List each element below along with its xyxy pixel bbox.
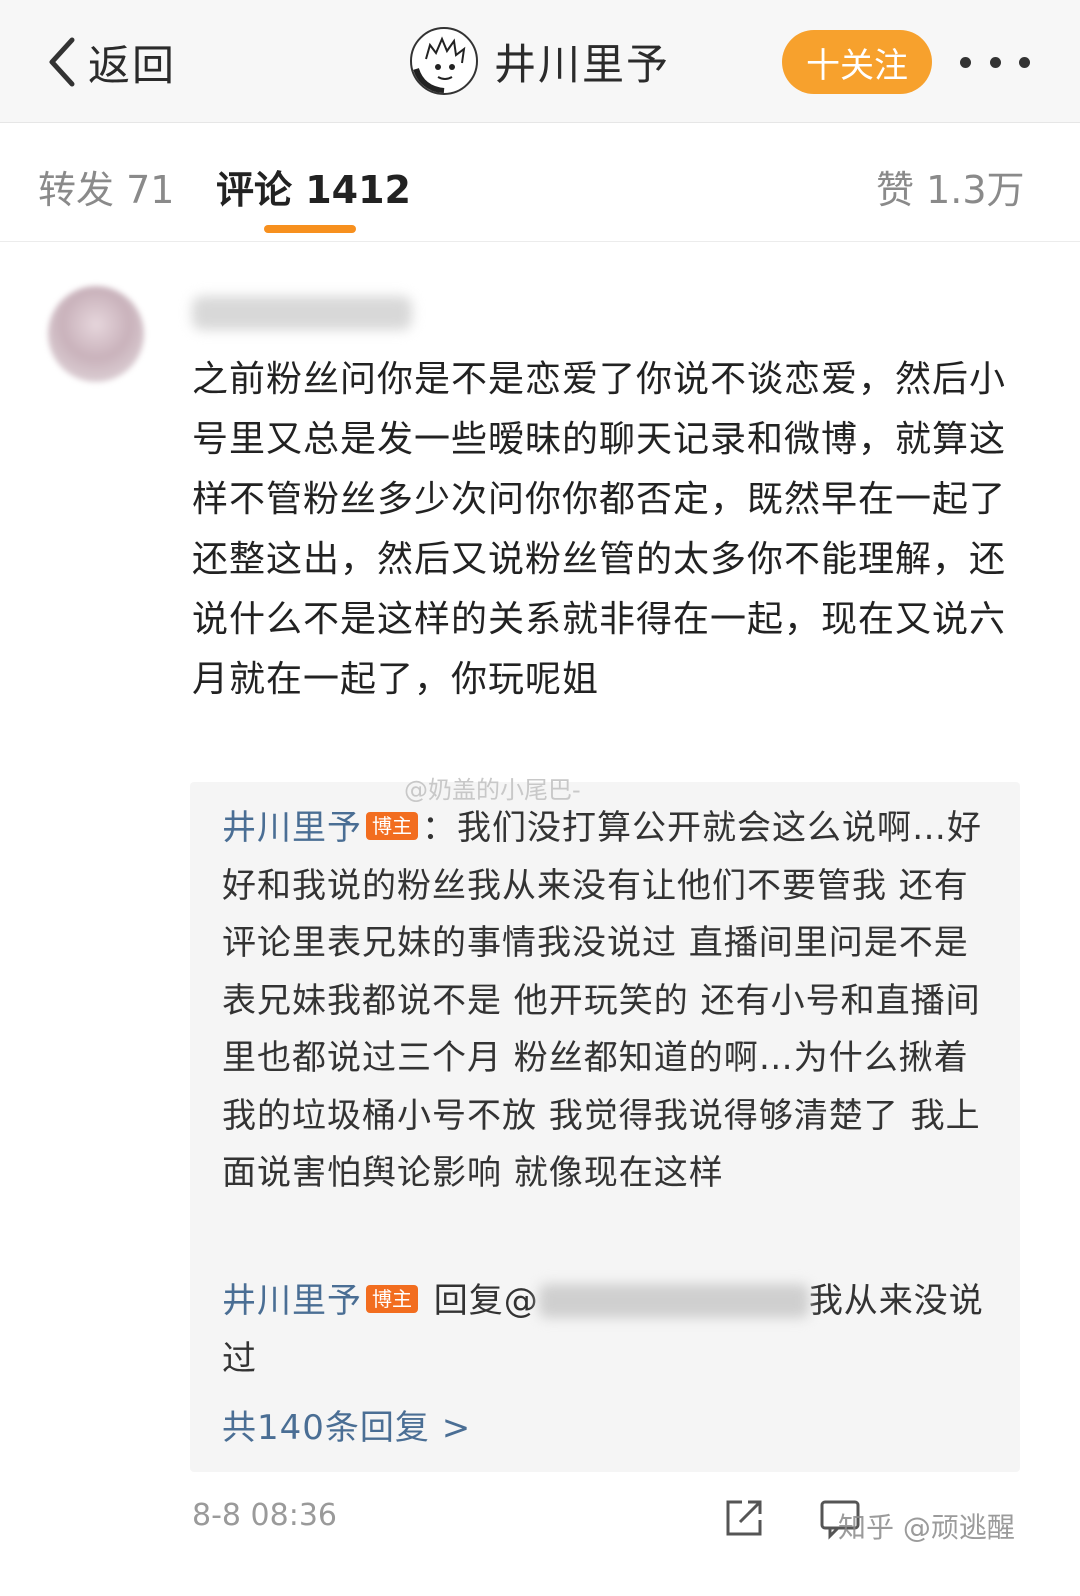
watermark: 知乎 @顽逃醒	[838, 1511, 1015, 1544]
reply-author-link[interactable]: 井川里予	[222, 808, 362, 848]
title-name: 井川里予	[494, 39, 671, 89]
mentioned-user-blurred[interactable]	[538, 1284, 809, 1318]
view-all-replies-link[interactable]: 共140条回复 >	[222, 1400, 471, 1449]
tab-comments[interactable]: 评论 1412	[216, 159, 411, 214]
reply2-author-link[interactable]: 井川里予	[222, 1281, 362, 1321]
tab-repost[interactable]: 转发 71	[38, 159, 174, 214]
owner-badge: 博主	[366, 1285, 418, 1313]
tab-likes[interactable]: 赞 1.3万	[876, 159, 1025, 214]
comment-text: 之前粉丝问你是不是恋爱了你说不谈恋爱，然后小号里又总是发一些暧昧的聊天记录和微博…	[192, 359, 1007, 700]
tab-bar: 转发 71 评论 1412 赞 1.3万	[0, 123, 1080, 242]
commenter-username-blurred[interactable]	[192, 296, 412, 330]
commenter-avatar[interactable]	[48, 286, 144, 382]
follow-button[interactable]: 十关注	[782, 30, 932, 94]
share-icon[interactable]	[722, 1496, 766, 1540]
navigation-bar: 返回 井川里予 十关注	[0, 0, 1080, 123]
page-title: 井川里予	[410, 26, 670, 96]
back-button[interactable]: 返回	[44, 32, 176, 92]
back-label: 返回	[88, 40, 177, 90]
dot	[989, 56, 1001, 68]
more-options-icon[interactable]	[960, 42, 1030, 82]
dot	[1019, 56, 1030, 68]
owner-badge: 博主	[366, 812, 418, 840]
second-reply: 井川里予 博主 回复@ 我从来没说过	[222, 1272, 1002, 1388]
chevron-left-icon	[49, 37, 75, 87]
active-tab-indicator	[264, 225, 356, 233]
avatar-drawing-icon	[413, 36, 466, 93]
reply-text: 井川里予 博主 ：我们没打算公开就会这么说啊…好好和我说的粉丝我从来没有让他们不要管…	[222, 800, 1002, 1203]
dot	[960, 56, 971, 68]
comment-timestamp: 8-8 08:36	[192, 1498, 337, 1533]
reply2-prefix: 回复@	[422, 1281, 539, 1321]
avatar[interactable]	[410, 27, 478, 95]
reply-body: ：我们没打算公开就会这么说啊…好好和我说的粉丝我从来没有让他们不要管我 还有评论…	[222, 808, 982, 1193]
